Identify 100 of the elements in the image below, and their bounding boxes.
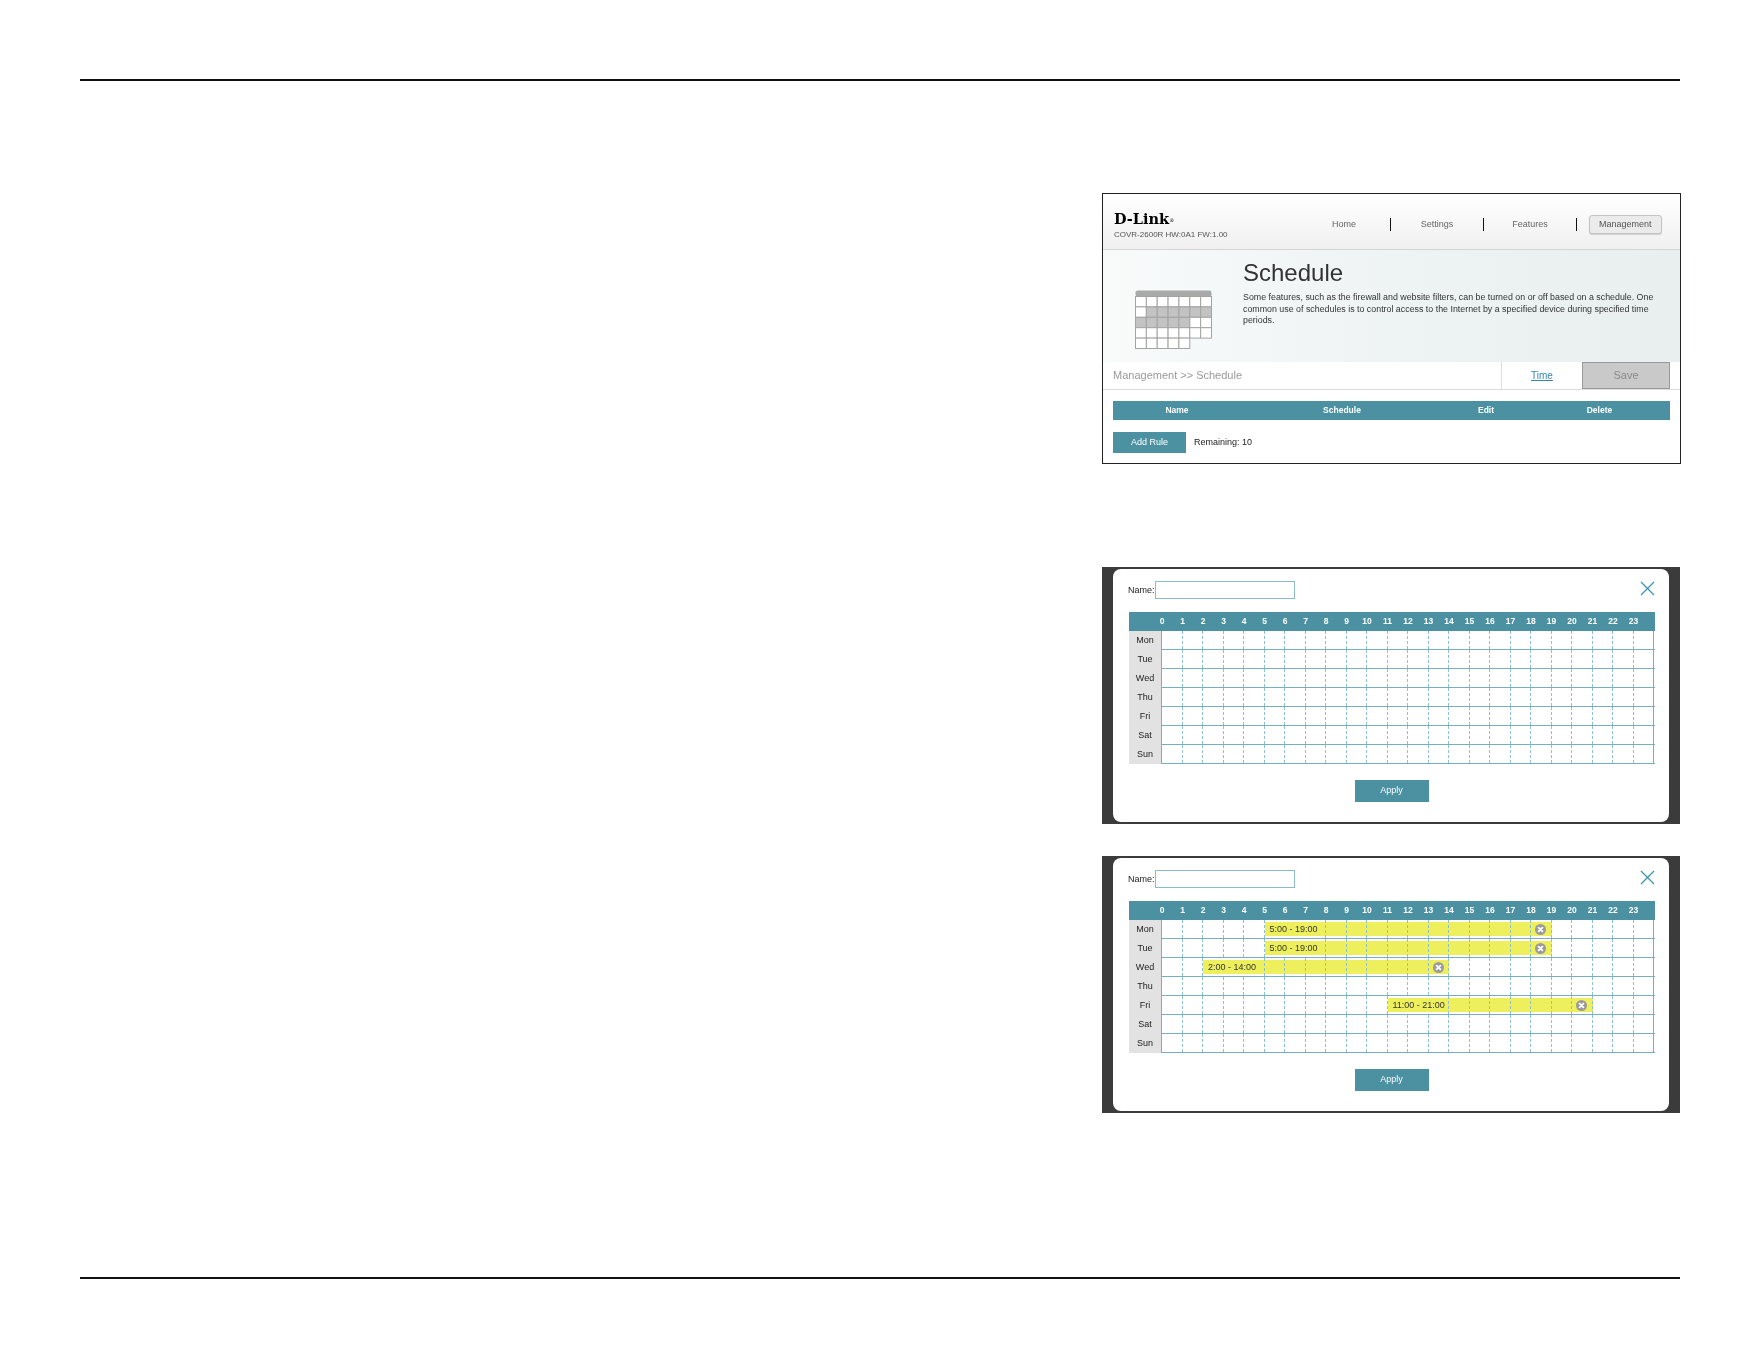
schedule-cell[interactable] bbox=[1387, 920, 1408, 938]
schedule-cell[interactable] bbox=[1490, 939, 1511, 957]
schedule-cell[interactable] bbox=[1387, 958, 1408, 976]
schedule-cell[interactable] bbox=[1531, 996, 1552, 1014]
schedule-cell[interactable] bbox=[1326, 958, 1347, 976]
hour-label: 5 bbox=[1261, 617, 1268, 626]
hour-label: 10 bbox=[1361, 617, 1373, 626]
name-input[interactable] bbox=[1154, 870, 1295, 888]
hour-label: 9 bbox=[1343, 617, 1350, 626]
name-label: Name: bbox=[1128, 585, 1155, 595]
schedule-cell[interactable] bbox=[1367, 939, 1388, 957]
close-icon[interactable] bbox=[1640, 870, 1655, 885]
schedule-cell[interactable] bbox=[1367, 920, 1388, 938]
schedule-cell[interactable] bbox=[1469, 996, 1490, 1014]
nav-tab[interactable]: Home bbox=[1298, 217, 1390, 232]
name-input[interactable] bbox=[1154, 581, 1295, 599]
apply-button[interactable]: Apply bbox=[1354, 780, 1429, 802]
hour-label: 11 bbox=[1382, 906, 1393, 915]
schedule-cell[interactable] bbox=[1449, 920, 1470, 938]
schedule-cell[interactable] bbox=[1346, 958, 1367, 976]
schedule-cell[interactable] bbox=[1408, 939, 1429, 957]
schedule-cell[interactable] bbox=[1428, 920, 1449, 938]
schedule-cell[interactable] bbox=[1449, 939, 1470, 957]
add-rule-button[interactable]: Add Rule bbox=[1113, 432, 1186, 453]
hour-label: 2 bbox=[1199, 617, 1207, 626]
day-label: Sat bbox=[1129, 726, 1161, 745]
model-info: COVR-2600R HW:0A1 FW:1.00 bbox=[1114, 230, 1228, 239]
hour-label: 4 bbox=[1240, 617, 1248, 626]
nav-tab[interactable]: Settings bbox=[1391, 217, 1483, 232]
schedule-cell[interactable] bbox=[1326, 920, 1347, 938]
hour-label: 7 bbox=[1302, 906, 1309, 915]
close-icon[interactable] bbox=[1640, 581, 1655, 596]
hour-label: 0 bbox=[1158, 906, 1166, 915]
schedule-cell[interactable] bbox=[1285, 958, 1306, 976]
nav-tab[interactable]: Features bbox=[1484, 217, 1576, 232]
schedule-cell[interactable] bbox=[1551, 996, 1572, 1014]
schedule-cell[interactable] bbox=[1408, 920, 1429, 938]
schedule-cell[interactable] bbox=[1305, 958, 1326, 976]
schedule-cell[interactable] bbox=[1367, 958, 1388, 976]
schedule-cell[interactable] bbox=[1469, 920, 1490, 938]
hour-label: 5 bbox=[1261, 906, 1268, 915]
schedule-cell[interactable] bbox=[1531, 920, 1552, 938]
close-circle-icon[interactable] bbox=[1535, 942, 1547, 954]
hour-label: 23 bbox=[1627, 906, 1640, 915]
page-title: Schedule bbox=[1243, 261, 1345, 285]
schedule-cell[interactable] bbox=[1572, 996, 1593, 1014]
name-label: Name: bbox=[1128, 874, 1155, 884]
day-label: Sun bbox=[1129, 745, 1161, 764]
day-label: Thu bbox=[1129, 688, 1161, 707]
hour-label: 19 bbox=[1545, 617, 1558, 626]
schedule-cell[interactable] bbox=[1346, 920, 1367, 938]
column-header: Delete bbox=[1585, 406, 1614, 415]
hour-label: 8 bbox=[1322, 906, 1330, 915]
schedule-cell[interactable] bbox=[1387, 939, 1408, 957]
day-label: Sat bbox=[1129, 1015, 1161, 1034]
hour-label: 21 bbox=[1586, 617, 1599, 626]
schedule-cell[interactable] bbox=[1428, 939, 1449, 957]
nav-tab[interactable]: Management bbox=[1589, 215, 1662, 234]
hour-label: 22 bbox=[1607, 617, 1619, 626]
time-range-label: 5:00 - 19:00 bbox=[1264, 920, 1326, 938]
hour-label: 6 bbox=[1281, 906, 1289, 915]
hour-label: 17 bbox=[1504, 617, 1517, 626]
schedule-cell[interactable] bbox=[1490, 920, 1511, 938]
schedule-cell[interactable] bbox=[1510, 920, 1531, 938]
schedule-cell[interactable] bbox=[1428, 958, 1449, 976]
hour-label: 12 bbox=[1402, 906, 1414, 915]
page-description: Some features, such as the firewall and website filters, can be turned on or off based on a schedule. One common use of schedules is to control access to the Internet by a specified device during specified time periods. bbox=[1243, 292, 1655, 327]
hour-label: 18 bbox=[1525, 906, 1537, 915]
calendar-icon bbox=[1135, 290, 1212, 349]
day-label: Fri bbox=[1129, 707, 1161, 726]
day-label: Wed bbox=[1129, 669, 1161, 688]
schedule-cell[interactable] bbox=[1510, 939, 1531, 957]
schedule-cell[interactable] bbox=[1490, 996, 1511, 1014]
schedule-cell[interactable] bbox=[1510, 996, 1531, 1014]
schedule-cell[interactable] bbox=[1469, 939, 1490, 957]
close-circle-icon[interactable] bbox=[1432, 961, 1444, 973]
day-label: Tue bbox=[1129, 650, 1161, 669]
hour-label: 17 bbox=[1504, 906, 1517, 915]
schedule-cell[interactable] bbox=[1531, 939, 1552, 957]
apply-button[interactable]: Apply bbox=[1354, 1069, 1429, 1091]
schedule-cell[interactable] bbox=[1408, 958, 1429, 976]
hour-label: 7 bbox=[1302, 617, 1309, 626]
hour-label: 10 bbox=[1361, 906, 1373, 915]
hour-label: 4 bbox=[1240, 906, 1248, 915]
time-range-label: 2:00 - 14:00 bbox=[1203, 958, 1265, 976]
schedule-cell[interactable] bbox=[1264, 958, 1285, 976]
hour-label: 13 bbox=[1422, 906, 1435, 915]
hour-label: 20 bbox=[1566, 906, 1578, 915]
hour-label: 3 bbox=[1220, 906, 1227, 915]
schedule-cell[interactable] bbox=[1346, 939, 1367, 957]
close-circle-icon[interactable] bbox=[1576, 999, 1588, 1011]
remaining-count: Remaining: 10 bbox=[1194, 435, 1253, 449]
day-label: Mon bbox=[1129, 631, 1161, 650]
schedule-cell[interactable] bbox=[1326, 939, 1347, 957]
hour-label: 22 bbox=[1607, 906, 1619, 915]
hour-label: 9 bbox=[1343, 906, 1350, 915]
close-circle-icon[interactable] bbox=[1535, 923, 1547, 935]
schedule-cell[interactable] bbox=[1449, 996, 1470, 1014]
column-header: Edit bbox=[1476, 406, 1496, 415]
hour-label: 15 bbox=[1463, 617, 1476, 626]
